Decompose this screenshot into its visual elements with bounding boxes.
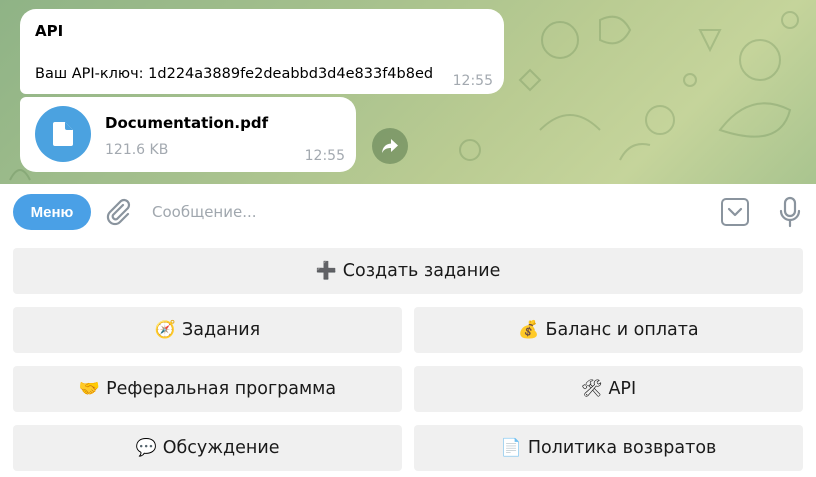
file-icon[interactable] xyxy=(35,106,91,162)
handshake-icon: 🤝 xyxy=(78,379,101,399)
forward-icon xyxy=(382,139,398,153)
microphone-icon[interactable] xyxy=(776,196,804,228)
message-time: 12:55 xyxy=(304,148,345,164)
message-bubble-file[interactable]: Documentation.pdf 121.6 KB 12:55 xyxy=(20,97,356,172)
api-label: API xyxy=(608,379,637,399)
chat-area: API Ваш API-ключ: 1d224a3889fe2deabbd3d4… xyxy=(0,0,816,184)
refund-policy-label: Политика возвратов xyxy=(527,438,717,458)
menu-button[interactable]: Меню xyxy=(13,194,91,230)
forward-button[interactable] xyxy=(372,128,408,164)
money-bag-icon: 💰 xyxy=(518,320,540,340)
balance-button[interactable]: 💰 Баланс и оплата xyxy=(414,307,803,353)
tasks-button[interactable]: 🧭 Задания xyxy=(13,307,402,353)
bot-keyboard-toggle-icon[interactable] xyxy=(720,197,750,227)
create-task-label: Создать задание xyxy=(342,261,501,281)
file-name[interactable]: Documentation.pdf xyxy=(105,114,268,132)
document-icon: 📄 xyxy=(500,438,522,458)
plus-icon: ➕ xyxy=(315,261,337,281)
tasks-label: Задания xyxy=(182,320,261,340)
create-task-button[interactable]: ➕ Создать задание xyxy=(13,248,803,294)
message-input-bar: Меню xyxy=(0,184,816,240)
compass-icon: 🧭 xyxy=(154,320,177,340)
file-size: 121.6 KB xyxy=(105,142,169,158)
discussion-button[interactable]: 💬 Обсуждение xyxy=(13,425,402,471)
discussion-label: Обсуждение xyxy=(162,438,280,458)
bot-reply-keyboard: ➕ Создать задание 🧭 Задания 💰 Баланс и о… xyxy=(0,240,816,477)
balance-label: Баланс и оплата xyxy=(545,320,699,340)
message-time: 12:55 xyxy=(452,73,493,89)
message-bubble-api: API Ваш API-ключ: 1d224a3889fe2deabbd3d4… xyxy=(20,9,504,94)
message-title: API xyxy=(35,22,64,40)
referral-label: Реферальная программа xyxy=(106,379,337,399)
tools-icon: 🛠 xyxy=(580,379,603,399)
message-input[interactable] xyxy=(152,199,692,225)
refund-policy-button[interactable]: 📄 Политика возвратов xyxy=(414,425,803,471)
speech-bubble-icon: 💬 xyxy=(135,438,157,458)
referral-button[interactable]: 🤝 Реферальная программа xyxy=(13,366,402,412)
attach-icon[interactable] xyxy=(103,197,133,227)
api-button[interactable]: 🛠 API xyxy=(414,366,803,412)
message-text: Ваш API-ключ: 1d224a3889fe2deabbd3d4e833… xyxy=(35,66,434,82)
